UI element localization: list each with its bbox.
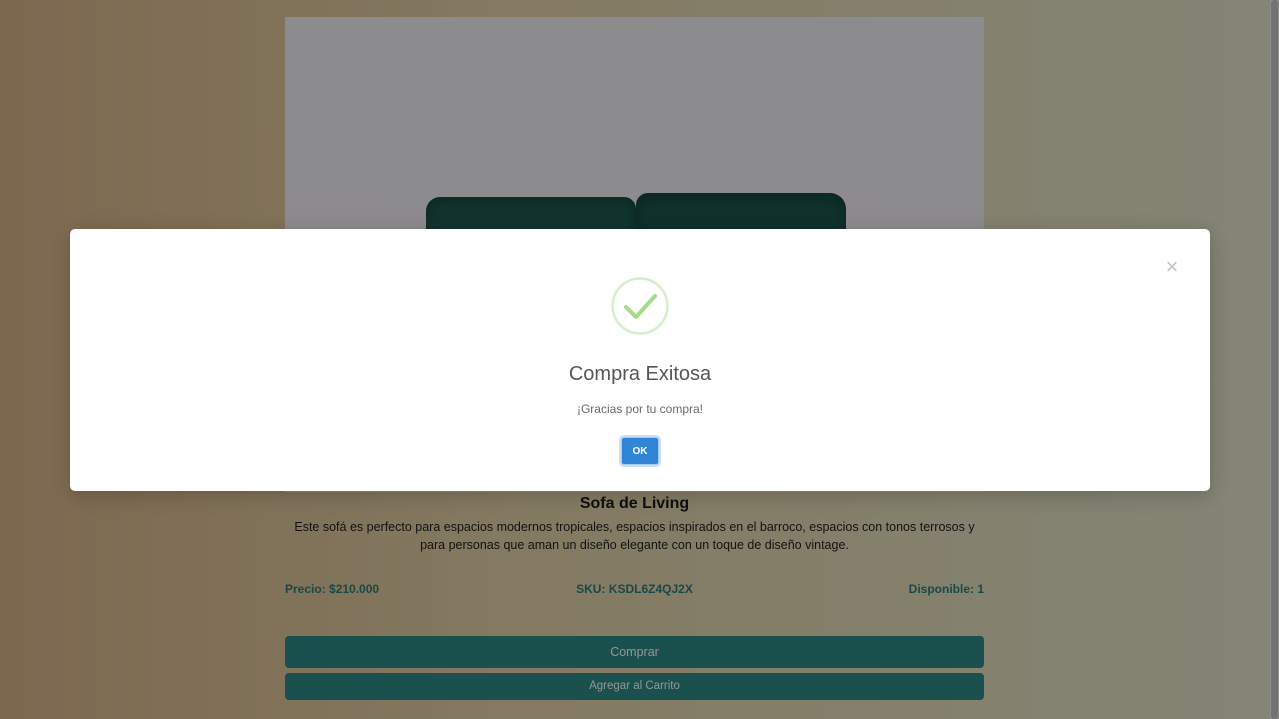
close-icon[interactable]: × xyxy=(1162,256,1182,278)
ok-button[interactable]: OK xyxy=(621,437,659,465)
dialog-title: Compra Exitosa xyxy=(568,363,712,385)
success-dialog: × Compra Exitosa ¡Gracias por tu compra!… xyxy=(70,229,1210,491)
dialog-message: ¡Gracias por tu compra! xyxy=(576,402,704,416)
success-check-icon xyxy=(611,277,669,335)
product-page: Sofa de Living Este sofá es perfecto par… xyxy=(0,0,1279,719)
